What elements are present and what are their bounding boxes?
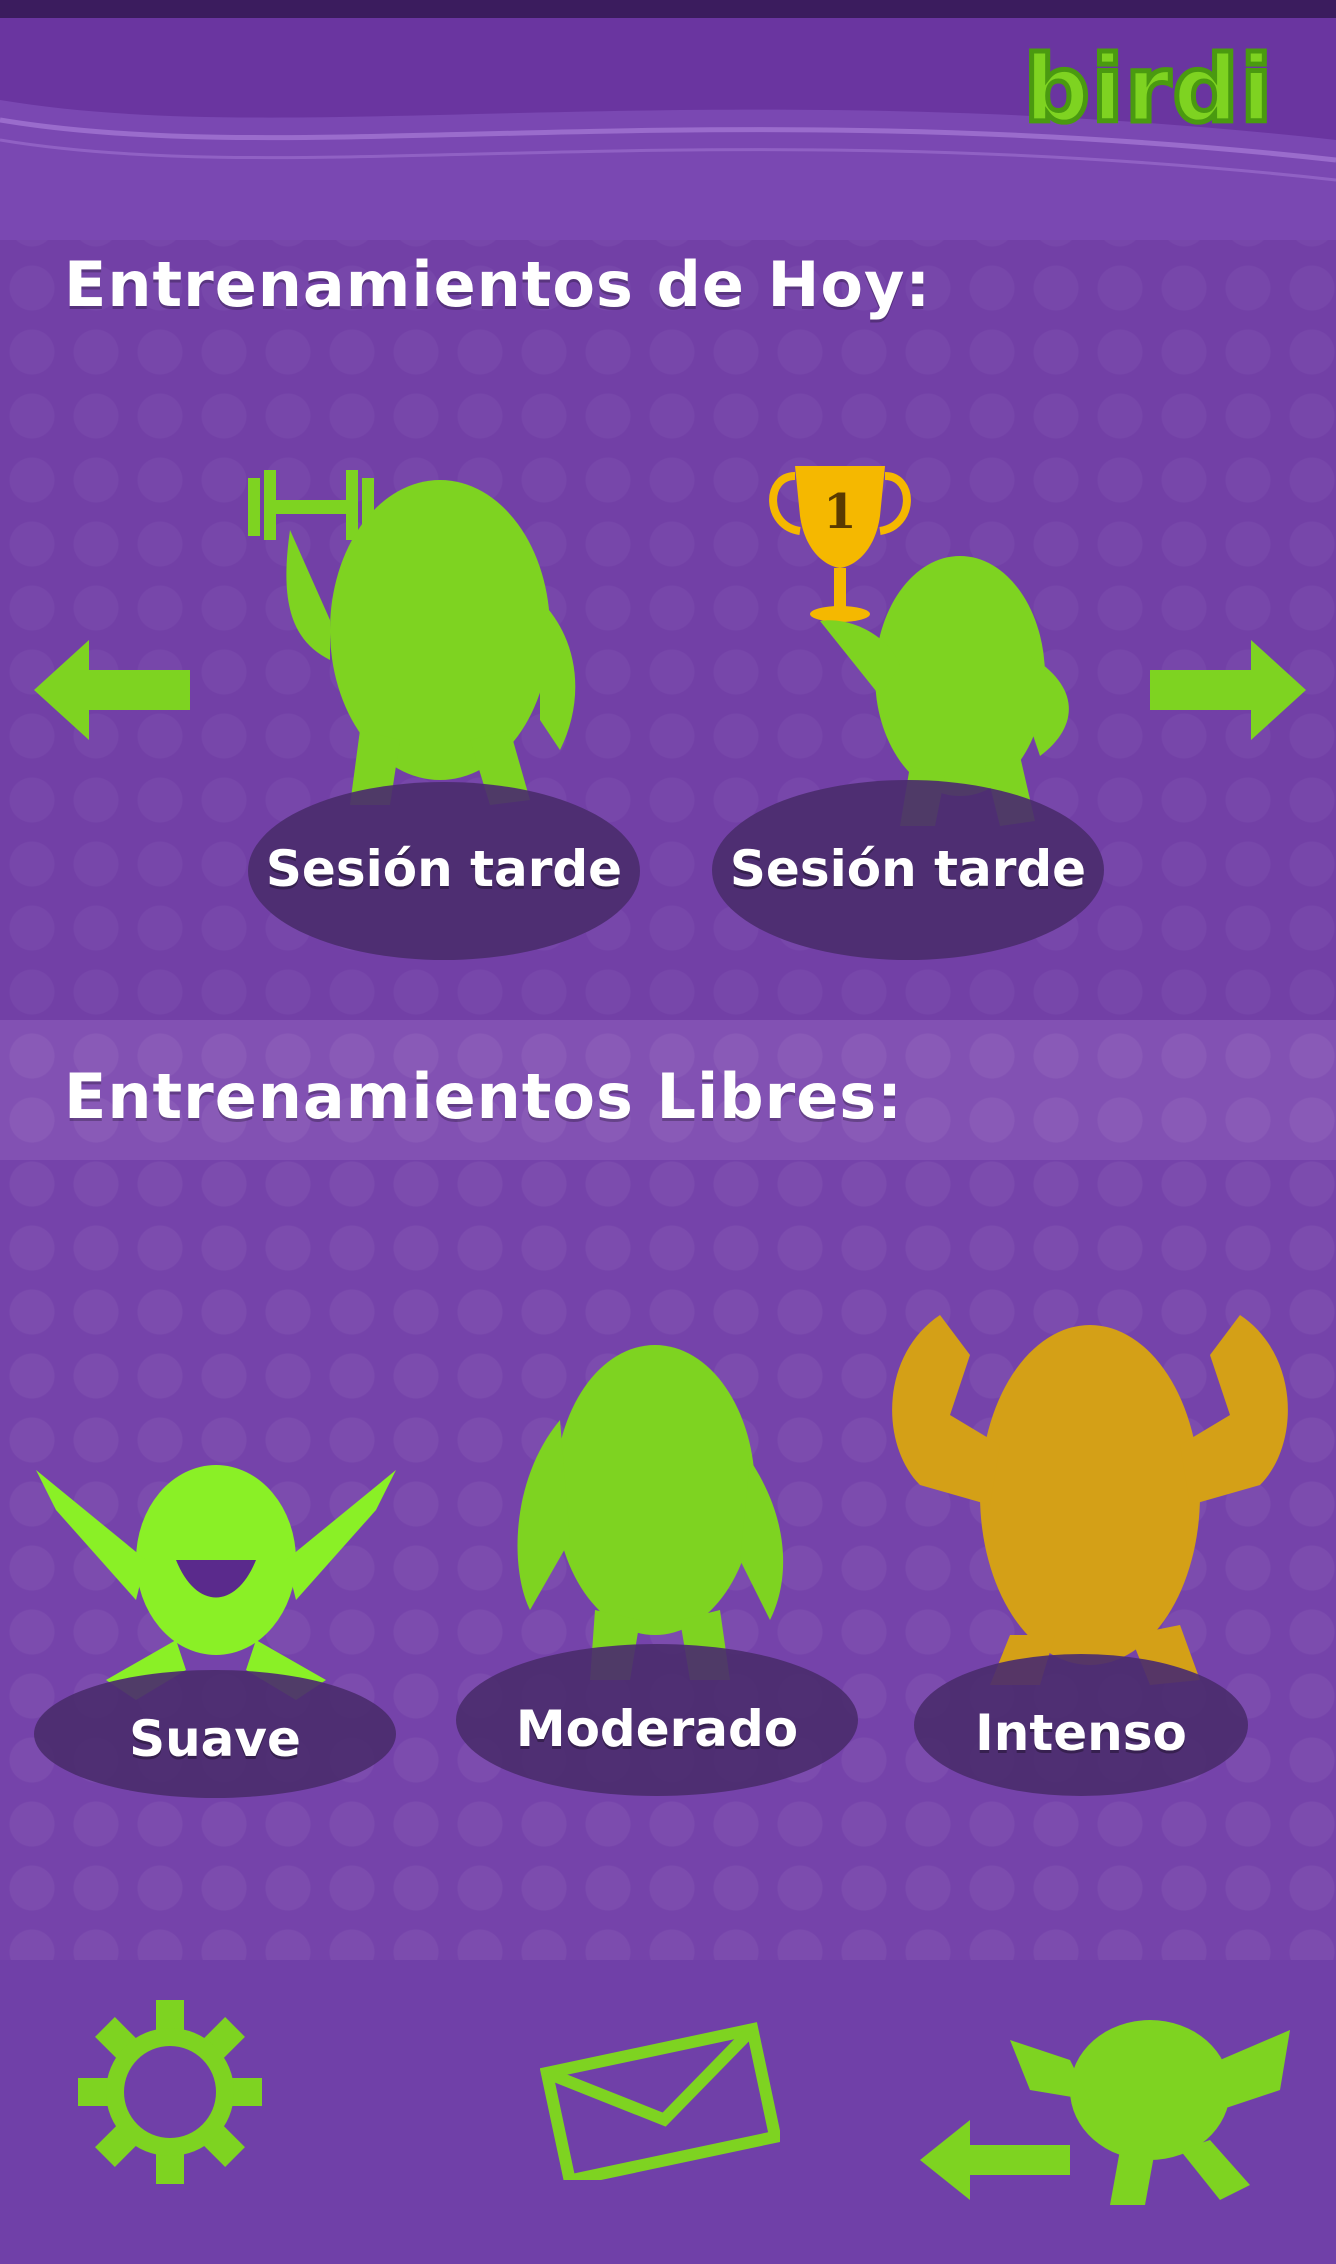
birdi-logo: birdi	[1021, 34, 1274, 146]
next-arrow-icon[interactable]	[1150, 640, 1306, 740]
back-arrow-icon[interactable]	[920, 2000, 1300, 2210]
gear-icon[interactable]	[78, 2000, 262, 2184]
level-suave-label: Suave	[129, 1710, 301, 1768]
previous-arrow-icon[interactable]	[34, 640, 190, 740]
today-band	[0, 200, 1336, 1020]
session-2-label: Sesión tarde	[729, 840, 1087, 898]
session-1-label: Sesión tarde	[265, 840, 623, 898]
standing-monster-figure	[517, 1345, 784, 1680]
today-section-title: Entrenamientos de Hoy:	[64, 248, 932, 321]
trophy-number: 1	[823, 484, 856, 540]
envelope-icon[interactable]	[540, 2020, 780, 2180]
level-intenso-label: Intenso	[975, 1704, 1187, 1762]
dumbbell-monster-figure	[248, 470, 576, 805]
level-moderado-label: Moderado	[515, 1700, 799, 1758]
free-section-title: Entrenamientos Libres:	[64, 1060, 903, 1133]
top-bar	[0, 0, 1336, 18]
trophy-icon: 1	[769, 466, 1069, 826]
app-screen: birdi Entrenamientos de Hoy: Sesión tard…	[0, 0, 1336, 2264]
strong-monster-figure	[892, 1315, 1288, 1685]
